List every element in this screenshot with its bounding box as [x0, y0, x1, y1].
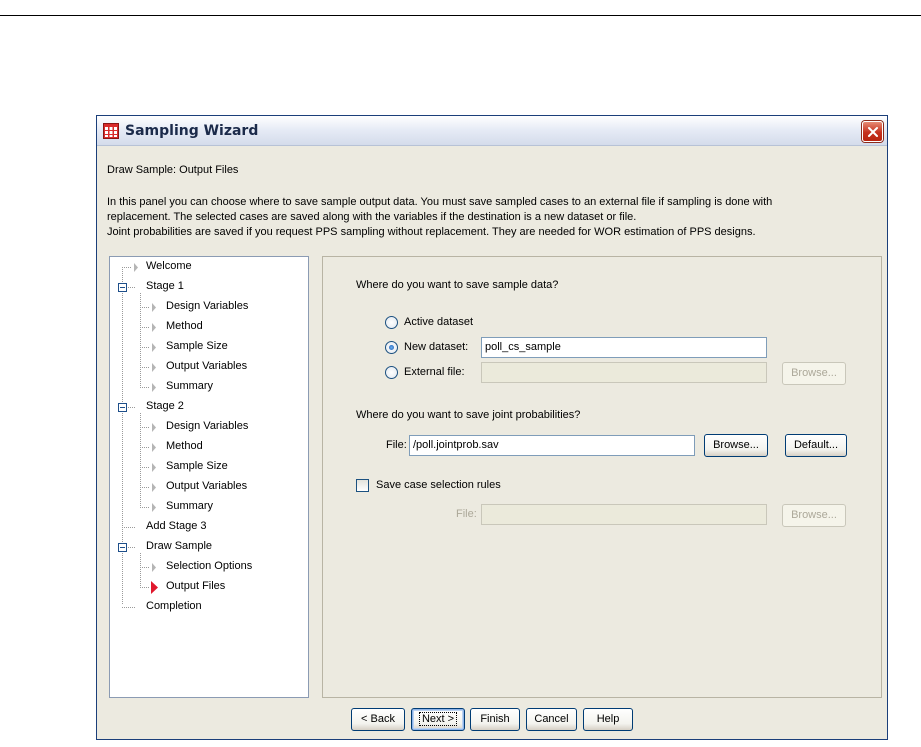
- new-dataset-label[interactable]: New dataset:: [404, 341, 468, 353]
- tree-item-method-1[interactable]: Method: [166, 320, 203, 333]
- cancel-button[interactable]: Cancel: [526, 708, 577, 731]
- tree-item-selection-options[interactable]: Selection Options: [166, 560, 252, 573]
- output-files-panel: Where do you want to save sample data? A…: [322, 256, 882, 698]
- joint-probabilities-file-input[interactable]: /poll.jointprob.sav: [409, 435, 695, 456]
- tree-item-summary-1[interactable]: Summary: [166, 380, 213, 393]
- tree-item-output-variables-2[interactable]: Output Variables: [166, 480, 247, 493]
- next-button-label: Next >: [418, 712, 458, 726]
- active-dataset-radio[interactable]: [385, 316, 398, 329]
- default-button[interactable]: Default...: [785, 434, 847, 457]
- title-bar[interactable]: Sampling Wizard: [97, 116, 887, 146]
- step-arrow-icon: [152, 563, 156, 572]
- step-arrow-icon: [152, 363, 156, 372]
- step-arrow-icon: [152, 423, 156, 432]
- tree-item-draw-sample[interactable]: Draw Sample: [146, 540, 212, 553]
- joint-file-label: File:: [386, 439, 407, 451]
- step-arrow-icon: [152, 443, 156, 452]
- new-dataset-name-input[interactable]: poll_cs_sample: [481, 337, 767, 358]
- tree-item-output-files[interactable]: Output Files: [166, 580, 225, 593]
- joint-file-browse-button[interactable]: Browse...: [704, 434, 768, 457]
- description-line: replacement. The selected cases are save…: [107, 211, 637, 223]
- active-dataset-label[interactable]: Active dataset: [404, 316, 473, 328]
- tree-item-sample-size-1[interactable]: Sample Size: [166, 340, 228, 353]
- collapse-box-stage1[interactable]: [118, 283, 127, 292]
- rules-file-browse-button[interactable]: Browse...: [782, 504, 846, 527]
- sampling-wizard-window: Sampling Wizard Draw Sample: Output File…: [96, 115, 888, 740]
- step-arrow-icon: [152, 323, 156, 332]
- step-arrow-icon: [152, 303, 156, 312]
- tree-item-add-stage-3[interactable]: Add Stage 3: [146, 520, 207, 533]
- current-step-arrow-icon: [151, 581, 158, 594]
- tree-item-welcome[interactable]: Welcome: [146, 260, 192, 273]
- tree-item-design-variables-1[interactable]: Design Variables: [166, 300, 248, 313]
- step-arrow-icon: [152, 343, 156, 352]
- tree-item-stage-1[interactable]: Stage 1: [146, 280, 184, 293]
- tree-item-sample-size-2[interactable]: Sample Size: [166, 460, 228, 473]
- step-arrow-icon: [152, 383, 156, 392]
- panel-subtitle: Draw Sample: Output Files: [107, 164, 239, 176]
- step-arrow-icon: [152, 483, 156, 492]
- tree-item-stage-2[interactable]: Stage 2: [146, 400, 184, 413]
- finish-button[interactable]: Finish: [470, 708, 520, 731]
- next-button[interactable]: Next >: [411, 708, 465, 731]
- wizard-steps-tree: Welcome Stage 1 Design Variables Method …: [109, 256, 309, 698]
- rules-file-input[interactable]: [481, 504, 767, 525]
- tree-item-design-variables-2[interactable]: Design Variables: [166, 420, 248, 433]
- window-title: Sampling Wizard: [125, 123, 259, 139]
- back-button[interactable]: < Back: [351, 708, 405, 731]
- save-case-selection-rules-checkbox[interactable]: [356, 479, 369, 492]
- step-arrow-icon: [152, 463, 156, 472]
- panel-description: In this panel you can choose where to sa…: [107, 195, 882, 240]
- description-line: In this panel you can choose where to sa…: [107, 196, 773, 208]
- new-dataset-radio[interactable]: [385, 341, 398, 354]
- page-top-rule: [0, 15, 921, 16]
- step-arrow-icon: [152, 503, 156, 512]
- help-button[interactable]: Help: [583, 708, 633, 731]
- save-sample-question: Where do you want to save sample data?: [356, 279, 559, 291]
- close-icon: [868, 127, 878, 137]
- step-arrow-icon: [134, 263, 138, 272]
- rules-file-label: File:: [456, 508, 477, 520]
- joint-probabilities-question: Where do you want to save joint probabil…: [356, 409, 581, 421]
- collapse-box-draw-sample[interactable]: [118, 543, 127, 552]
- close-button[interactable]: [862, 121, 883, 142]
- save-case-selection-rules-label[interactable]: Save case selection rules: [376, 479, 501, 491]
- description-line: Joint probabilities are saved if you req…: [107, 226, 756, 238]
- external-file-browse-button[interactable]: Browse...: [782, 362, 846, 385]
- collapse-box-stage2[interactable]: [118, 403, 127, 412]
- external-file-input[interactable]: [481, 362, 767, 383]
- external-file-label[interactable]: External file:: [404, 366, 465, 378]
- tree-item-summary-2[interactable]: Summary: [166, 500, 213, 513]
- external-file-radio[interactable]: [385, 366, 398, 379]
- tree-connector-lines: [118, 263, 158, 608]
- spreadsheet-app-icon: [103, 123, 119, 139]
- tree-item-completion[interactable]: Completion: [146, 600, 202, 613]
- tree-item-output-variables-1[interactable]: Output Variables: [166, 360, 247, 373]
- tree-item-method-2[interactable]: Method: [166, 440, 203, 453]
